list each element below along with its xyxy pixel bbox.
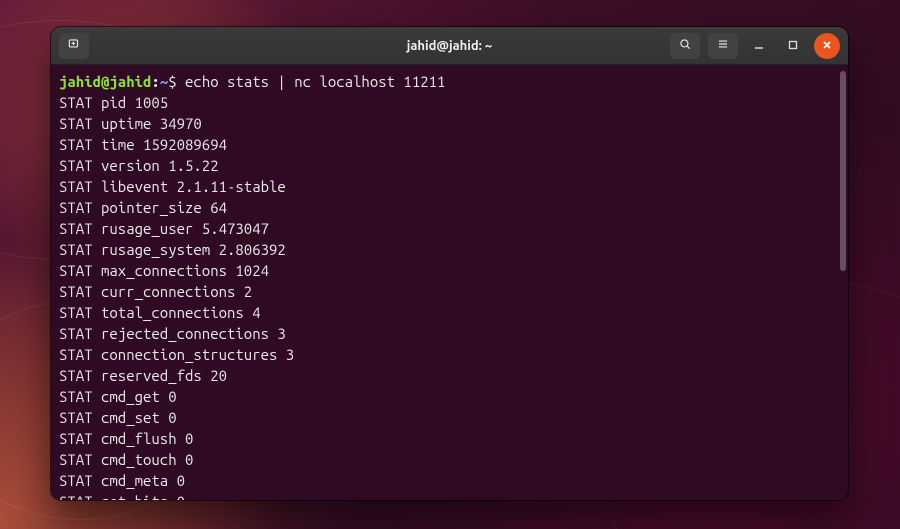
terminal-window: jahid@jahid: ~ (51, 27, 848, 500)
stat-line: STAT libevent 2.1.11-stable (59, 176, 844, 197)
stat-line: STAT connection_structures 3 (59, 344, 844, 365)
titlebar: jahid@jahid: ~ (51, 27, 848, 65)
stat-line: STAT uptime 34970 (59, 113, 844, 134)
maximize-icon (788, 39, 798, 53)
search-icon (678, 37, 692, 54)
command-text: echo stats | nc localhost 11211 (185, 73, 445, 90)
prompt-cwd: ~ (160, 73, 168, 90)
stat-line: STAT pointer_size 64 (59, 197, 844, 218)
search-button[interactable] (670, 33, 700, 59)
stat-line: STAT rusage_user 5.473047 (59, 218, 844, 239)
prompt-line: jahid@jahid:~$ echo stats | nc localhost… (59, 71, 844, 92)
stat-line: STAT reserved_fds 20 (59, 365, 844, 386)
stat-line: STAT cmd_touch 0 (59, 449, 844, 470)
maximize-button[interactable] (780, 33, 806, 59)
close-button[interactable] (814, 33, 840, 59)
terminal-viewport[interactable]: jahid@jahid:~$ echo stats | nc localhost… (51, 65, 848, 500)
menu-button[interactable] (708, 33, 738, 59)
stat-line: STAT cmd_flush 0 (59, 428, 844, 449)
stat-line: STAT cmd_get 0 (59, 386, 844, 407)
prompt-sep: : (151, 73, 159, 90)
stat-line: STAT cmd_set 0 (59, 407, 844, 428)
stat-line: STAT version 1.5.22 (59, 155, 844, 176)
stat-line: STAT get_hits 0 (59, 491, 844, 500)
new-tab-icon (67, 37, 81, 54)
minimize-icon (754, 39, 764, 53)
stat-line: STAT pid 1005 (59, 92, 844, 113)
prompt-userhost: jahid@jahid (59, 73, 151, 90)
stat-line: STAT time 1592089694 (59, 134, 844, 155)
minimize-button[interactable] (746, 33, 772, 59)
new-tab-button[interactable] (59, 33, 89, 59)
stat-line: STAT rejected_connections 3 (59, 323, 844, 344)
stat-line: STAT max_connections 1024 (59, 260, 844, 281)
scrollbar-thumb[interactable] (840, 71, 846, 271)
prompt-symbol: $ (168, 73, 176, 90)
stat-line: STAT curr_connections 2 (59, 281, 844, 302)
stat-line: STAT cmd_meta 0 (59, 470, 844, 491)
hamburger-icon (716, 37, 730, 54)
stat-line: STAT total_connections 4 (59, 302, 844, 323)
close-icon (822, 39, 832, 53)
stat-line: STAT rusage_system 2.806392 (59, 239, 844, 260)
